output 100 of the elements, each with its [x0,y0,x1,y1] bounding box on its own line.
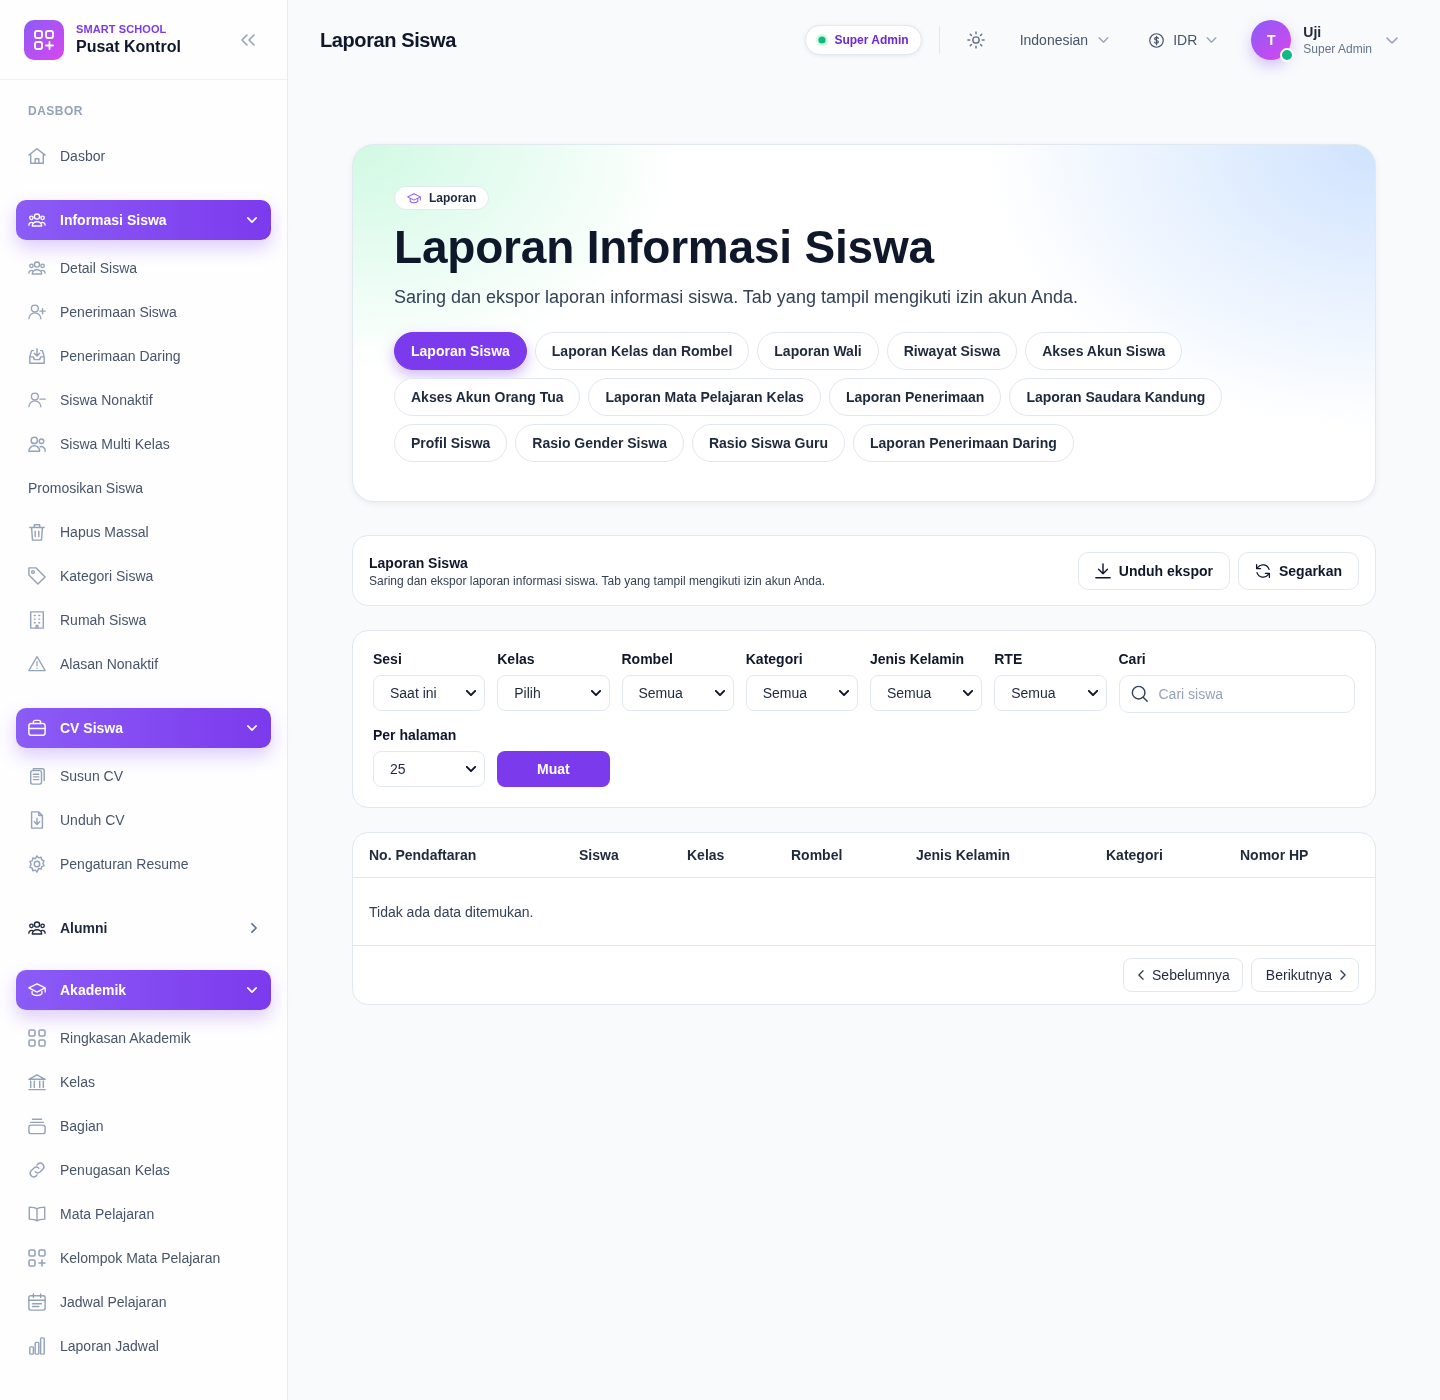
search-field[interactable]: Cari siswa [1118,675,1355,713]
chevron-down-icon [247,987,257,993]
user-avatar[interactable]: T [1251,20,1292,60]
nav-item[interactable]: Bagian [0,1104,287,1148]
logo-icon [24,19,64,60]
bank-icon [28,1073,46,1091]
nav-item[interactable]: Penugasan Kelas [0,1148,287,1192]
nav-item[interactable]: Detail Siswa [0,246,287,290]
nav-item[interactable]: Susun CV [0,754,287,798]
tab[interactable]: Laporan Siswa [394,332,527,370]
badge-label: Laporan [429,191,477,205]
tab[interactable]: Akses Akun Orang Tua [394,378,581,416]
column-header: Jenis Kelamin [916,847,1011,863]
nav-item[interactable]: Pengaturan Resume [0,842,287,886]
nav-item[interactable]: Kategori Siswa [0,554,287,598]
refresh-button[interactable]: Segarkan [1237,552,1359,590]
currency-selector[interactable]: IDR [1149,32,1218,48]
tab[interactable]: Laporan Penerimaan [828,378,1002,416]
load-button[interactable]: Muat [497,751,610,787]
tab[interactable]: Riwayat Siswa [886,332,1018,370]
theme-toggle-sun-icon[interactable] [966,31,985,49]
clipboard-icon [28,767,46,785]
tab[interactable]: Akses Akun Siswa [1025,332,1183,370]
column-header: Siswa [579,847,619,863]
nav-item[interactable]: Mata Pelajaran [0,1192,287,1236]
nav-item[interactable]: Alasan Nonaktif [0,642,287,686]
nav-group-header[interactable]: CV Siswa [16,708,271,748]
nav-group-header[interactable]: Alumni [16,908,271,948]
chevron-down-icon [1206,37,1218,43]
nav-group-header[interactable]: Informasi Siswa [16,200,271,240]
field-label: Cari [1118,651,1146,668]
page-title: Laporan Siswa [320,28,456,52]
next-button[interactable]: Berikutnya [1250,958,1359,992]
user-role: Super Admin [1303,42,1372,56]
chevron-down-icon [247,725,257,731]
tag-icon [28,567,46,585]
tab[interactable]: Laporan Saudara Kandung [1009,378,1223,416]
nav-item[interactable]: Dasbor [0,134,287,178]
export-button[interactable]: Unduh ekspor [1077,552,1230,590]
grid-plus-icon [28,1249,46,1267]
tab[interactable]: Laporan Kelas dan Rombel [534,332,750,370]
chevron-down-icon [714,690,725,696]
status-dot-icon [816,34,829,46]
download-icon [1094,563,1111,579]
nav-item[interactable]: Laporan Jadwal [0,1324,287,1368]
warning-icon [28,655,46,673]
language-selector[interactable]: Indonesian [1019,32,1110,48]
nav-item[interactable]: Kelas [0,1060,287,1104]
field-label: Kategori [745,651,803,668]
dropdown[interactable]: Semua [745,675,858,711]
user-name: Uji [1303,24,1323,40]
user-menu-chevron-icon[interactable] [1386,36,1398,44]
tab[interactable]: Laporan Wali [757,332,879,370]
link-icon [28,1161,46,1179]
column-header: Rombel [791,847,843,863]
nav-item[interactable]: Hapus Massal [0,510,287,554]
dropdown[interactable]: 25 [373,751,486,787]
nav-item[interactable]: Jadwal Pelajaran [0,1280,287,1324]
previous-button[interactable]: Sebelumnya [1123,958,1243,992]
chevron-right-icon [1340,970,1346,980]
tab[interactable]: Laporan Penerimaan Daring [853,424,1074,462]
briefcase-icon [28,719,46,737]
nav-item[interactable]: Penerimaan Siswa [0,290,287,334]
nav-item[interactable]: Unduh CV [0,798,287,842]
nav-item[interactable]: Siswa Nonaktif [0,378,287,422]
dropdown[interactable]: Semua [870,675,983,711]
nav-group-header[interactable]: Akademik [16,970,271,1010]
nav-item[interactable]: Promosikan Siswa [0,466,287,510]
nav-item[interactable]: Rumah Siswa [0,598,287,642]
dropdown[interactable]: Saat ini [373,675,486,711]
nav-item[interactable]: Penerimaan Daring [0,334,287,378]
graduation-cap-icon [28,981,46,999]
field-label: Per halaman [373,727,457,744]
dropdown[interactable]: Semua [994,675,1107,711]
nav-item[interactable]: Siswa Multi Kelas [0,422,287,466]
file-download-icon [28,811,46,829]
tab[interactable]: Profil Siswa [394,424,508,462]
nav-item[interactable]: Ringkasan Akademik [0,1016,287,1060]
settings-icon [28,855,46,873]
box-icon [28,1117,46,1135]
tab[interactable]: Rasio Siswa Guru [691,424,845,462]
field-label: RTE [994,651,1023,668]
calendar-icon [28,1293,46,1311]
field-label: Kelas [497,651,535,668]
column-header: No. Pendaftaran [369,847,477,863]
tab[interactable]: Rasio Gender Siswa [515,424,684,462]
dropdown[interactable]: Pilih [497,675,610,711]
people-group-icon [28,919,46,937]
two-people-icon [28,435,46,453]
chevron-down-icon [1087,690,1098,696]
brand-eyebrow: SMART SCHOOL [76,23,168,35]
collapse-sidebar-icon[interactable] [241,33,255,46]
chevron-down-icon [466,690,477,696]
nav-item[interactable]: Kelompok Mata Pelajaran [0,1236,287,1280]
tab[interactable]: Laporan Mata Pelajaran Kelas [588,378,821,416]
column-header: Nomor HP [1240,847,1309,863]
chevron-left-icon [1138,970,1144,980]
dollar-icon [1149,32,1165,48]
dropdown[interactable]: Semua [621,675,734,711]
chevron-down-icon [839,690,849,696]
